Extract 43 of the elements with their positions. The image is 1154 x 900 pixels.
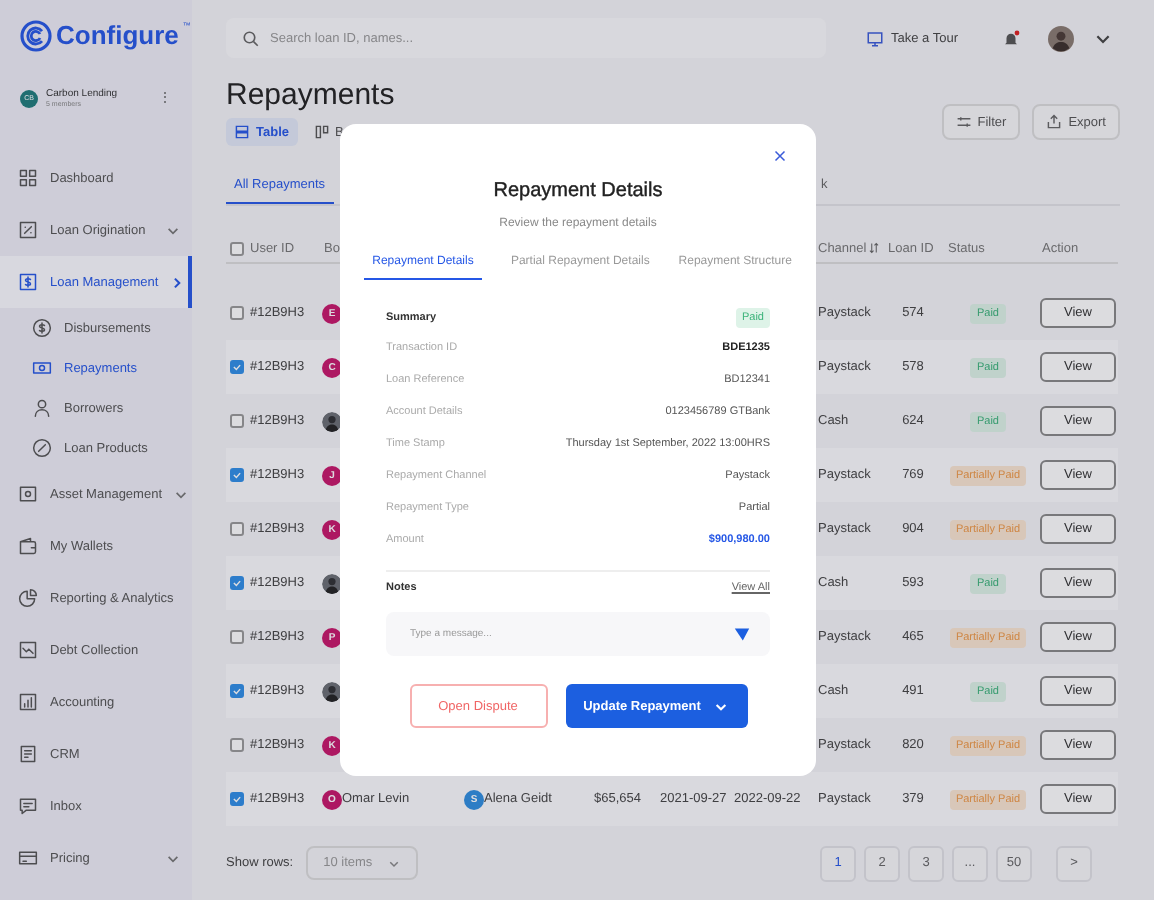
percent-icon <box>18 220 38 240</box>
page-title: Repayments <box>226 76 395 116</box>
dollar-icon <box>18 272 38 292</box>
sliders-icon <box>955 114 972 130</box>
checkbox[interactable] <box>230 241 244 255</box>
rows-icon <box>234 124 250 140</box>
modal-title: Repayment Details <box>491 178 665 206</box>
checkbox[interactable] <box>230 414 244 428</box>
checkbox[interactable] <box>230 684 244 698</box>
checkbox[interactable] <box>230 630 244 644</box>
checkbox[interactable] <box>230 522 244 536</box>
banknote-icon <box>32 358 52 378</box>
safe-icon <box>18 484 38 504</box>
checkbox[interactable] <box>230 468 244 482</box>
checkbox[interactable] <box>230 792 244 806</box>
pie-chart-icon <box>18 588 38 608</box>
logo-text: Configure <box>56 20 179 52</box>
user-avatar[interactable] <box>1048 25 1074 51</box>
person-icon <box>32 398 52 418</box>
chevron-down-icon <box>714 699 729 713</box>
sort-icon[interactable] <box>868 242 881 254</box>
checkbox[interactable] <box>230 738 244 752</box>
bar-chart-icon <box>18 692 38 712</box>
checkbox[interactable] <box>230 360 244 374</box>
logo-icon <box>20 20 52 52</box>
columns-icon <box>313 124 329 140</box>
send-icon[interactable] <box>734 626 750 642</box>
upload-icon <box>1046 114 1063 130</box>
trend-icon <box>18 640 38 660</box>
dollar-coin-icon <box>32 318 52 338</box>
chat-icon <box>18 796 38 816</box>
card-icon <box>18 848 38 868</box>
chevron-down-icon <box>388 857 401 869</box>
bell-icon[interactable] <box>1002 29 1020 47</box>
percent-coin-icon <box>32 438 52 458</box>
document-icon <box>18 744 38 764</box>
checkbox[interactable] <box>230 306 244 320</box>
grid-icon <box>18 168 38 188</box>
checkbox[interactable] <box>230 576 244 590</box>
wallet-icon <box>18 536 38 556</box>
monitor-icon <box>865 29 884 47</box>
search-icon <box>242 29 260 47</box>
close-icon[interactable] <box>774 150 786 162</box>
